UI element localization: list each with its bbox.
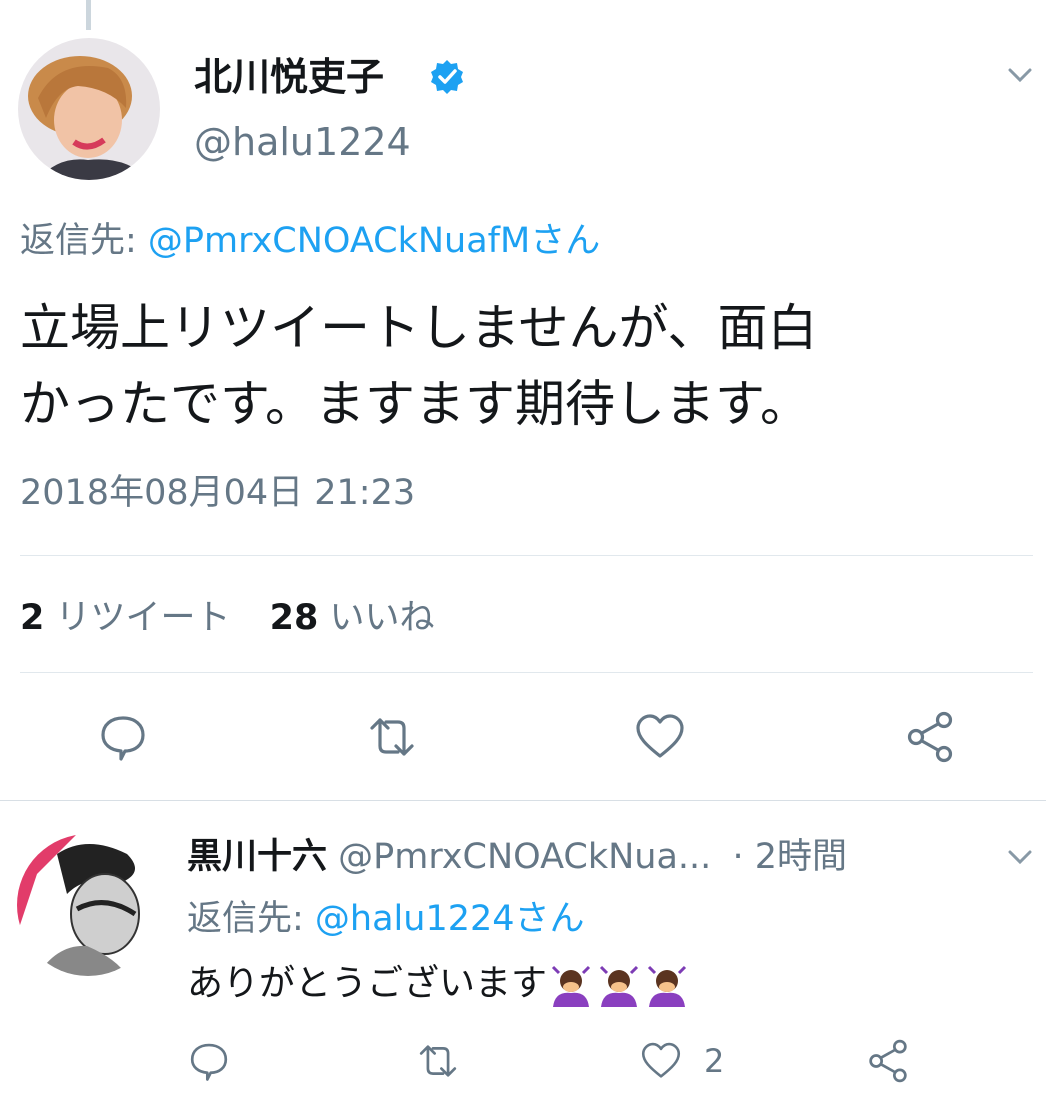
reply-to-handle-link[interactable]: @PmrxCNOACkNuafMさん bbox=[148, 221, 600, 261]
reply-icon bbox=[190, 1043, 228, 1081]
like-count: 28 bbox=[269, 598, 319, 638]
reply-to-line: 返信先: @halu1224さん bbox=[187, 896, 585, 942]
reply-time[interactable]: · 2時間 bbox=[732, 837, 847, 877]
author-name[interactable]: 北川悦吏子 bbox=[194, 52, 384, 102]
author-handle[interactable]: @halu1224 bbox=[194, 118, 411, 166]
verified-badge-icon bbox=[429, 59, 465, 95]
reply-text: ありがとうございます bbox=[187, 960, 691, 1008]
reply-author-name[interactable]: 黒川十六 bbox=[187, 837, 327, 877]
tweet-text-line: かったです。ますます期待します。 bbox=[20, 375, 810, 433]
tweet-text-line: 立場上リツイートしませんが、面白 bbox=[20, 299, 818, 357]
chevron-down-icon[interactable] bbox=[1005, 60, 1035, 90]
reply-author-handle[interactable]: @PmrxCNOACkNua... bbox=[338, 837, 711, 877]
heart-icon bbox=[636, 714, 684, 758]
retweet-icon bbox=[419, 1045, 457, 1077]
retweet-button[interactable] bbox=[364, 712, 420, 762]
reply-to-handle-link[interactable]: @halu1224さん bbox=[315, 899, 585, 939]
reply-to-prefix: 返信先: bbox=[187, 899, 315, 939]
heart-icon bbox=[641, 1042, 681, 1078]
retweet-count: 2 bbox=[20, 598, 45, 638]
retweet-icon bbox=[370, 718, 414, 756]
share-button[interactable] bbox=[904, 710, 956, 764]
reply-to-prefix: 返信先: bbox=[20, 221, 148, 261]
reply-header: 黒川十六 @PmrxCNOACkNua... · 2時間 bbox=[187, 834, 847, 880]
tweet-text: 立場上リツイートしませんが、面白 かったです。ますます期待します。 bbox=[20, 290, 818, 442]
reply-button[interactable] bbox=[188, 1040, 230, 1082]
reply-text-body: ありがとうございます bbox=[187, 963, 548, 1004]
tweet-timestamp[interactable]: 2018年08月04日 21:23 bbox=[20, 470, 415, 516]
reply-like-count: 2 bbox=[704, 1042, 725, 1080]
divider bbox=[0, 800, 1046, 801]
like-stat[interactable]: 28 いいね bbox=[270, 598, 435, 638]
divider bbox=[20, 555, 1033, 556]
reply-to-line: 返信先: @PmrxCNOACkNuafMさん bbox=[20, 218, 600, 264]
chevron-down-icon[interactable] bbox=[1005, 842, 1035, 872]
reply-author-avatar[interactable] bbox=[17, 834, 159, 976]
share-button[interactable] bbox=[866, 1038, 910, 1084]
tweet-stats: 2 リツイート 28 いいね bbox=[20, 594, 435, 642]
author-avatar[interactable] bbox=[18, 38, 160, 180]
like-button[interactable] bbox=[634, 712, 686, 762]
thread-connector-line bbox=[86, 0, 91, 30]
like-label: いいね bbox=[329, 598, 435, 638]
like-button[interactable]: 2 bbox=[640, 1040, 724, 1082]
retweet-label: リツイート bbox=[55, 598, 231, 638]
person-bowing-emoji bbox=[547, 963, 691, 1007]
reply-button[interactable] bbox=[98, 712, 148, 762]
retweet-button[interactable] bbox=[414, 1040, 462, 1082]
divider bbox=[20, 672, 1033, 673]
retweet-stat[interactable]: 2 リツイート bbox=[20, 598, 242, 638]
share-icon bbox=[907, 711, 953, 763]
share-icon bbox=[869, 1039, 907, 1083]
reply-icon bbox=[101, 716, 145, 761]
